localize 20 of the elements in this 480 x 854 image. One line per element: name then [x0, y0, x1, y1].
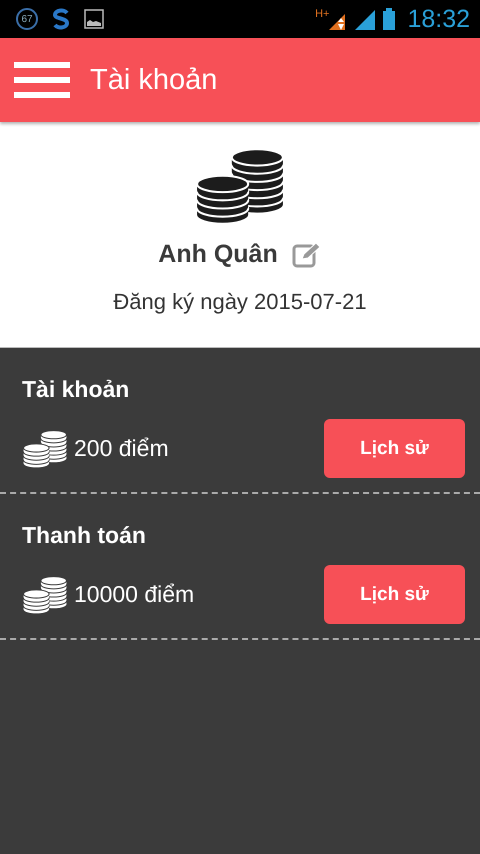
screen-title: Tài khoản [90, 64, 218, 96]
sync-icon [50, 8, 72, 30]
edit-icon [292, 242, 322, 268]
section-title: Tài khoản [22, 376, 130, 403]
user-name: Anh Quân [158, 240, 278, 269]
menu-icon [14, 62, 70, 98]
notification-count-badge: 67 [16, 8, 38, 30]
edit-button[interactable] [292, 242, 322, 268]
points-balance: 200 điểm [74, 435, 170, 462]
section-title: Thanh toán [22, 522, 147, 549]
signal-icon [355, 8, 378, 30]
image-icon [84, 9, 104, 29]
history-button[interactable]: Lịch sử [324, 419, 465, 478]
menu-button[interactable] [14, 62, 70, 98]
clock-time: 18:32 [407, 4, 470, 34]
battery-icon [383, 8, 396, 30]
points-balance: 10000 điểm [74, 581, 196, 608]
registration-date: Đăng ký ngày 2015-07-21 [113, 289, 367, 315]
network-type: H+ [315, 8, 330, 20]
history-button[interactable]: Lịch sử [324, 565, 465, 624]
